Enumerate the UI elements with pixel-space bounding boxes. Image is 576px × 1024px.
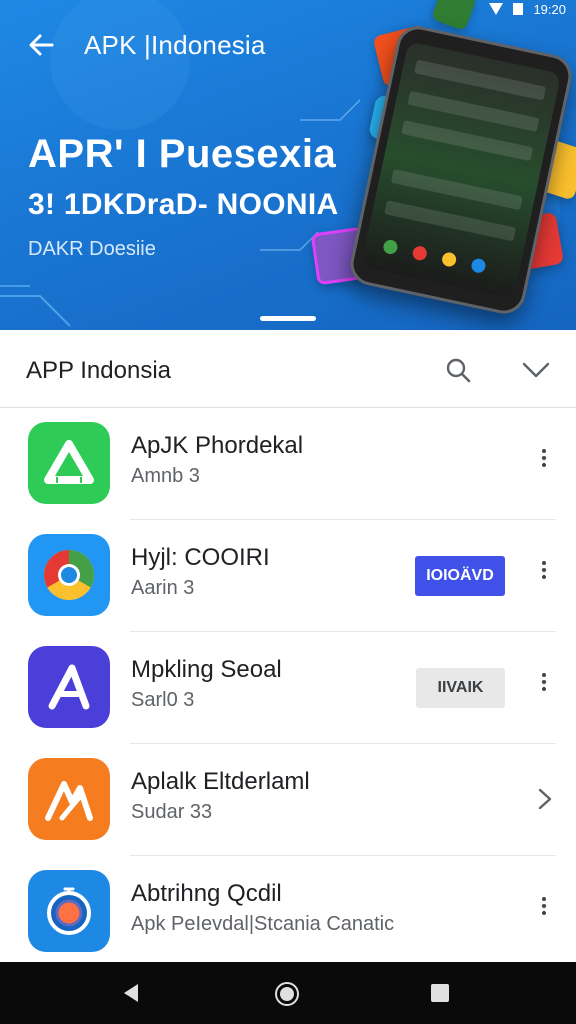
chrome-style-icon	[44, 550, 94, 600]
list-item[interactable]: Abtrihng Qcdil Apk PeIevdal|Stcania Cana…	[0, 856, 576, 968]
status-time: 19:20	[533, 1, 566, 17]
app-icon	[28, 646, 110, 728]
nav-back-icon[interactable]	[120, 982, 142, 1004]
app-name: Hyjl: COOIRI	[131, 544, 270, 571]
nav-recents-icon[interactable]	[431, 984, 449, 1002]
app-subtitle: Sarl0 3	[131, 689, 195, 711]
back-arrow-icon[interactable]	[26, 30, 56, 60]
section-title: APP Indonsia	[26, 357, 171, 384]
open-button[interactable]: IIVAIK	[416, 668, 505, 708]
app-icon	[28, 422, 110, 504]
wifi-icon	[489, 3, 504, 15]
more-vert-icon[interactable]	[532, 670, 556, 702]
hero-tagline: DAKR Doesiie	[28, 238, 156, 260]
more-vert-icon[interactable]	[532, 894, 556, 926]
phone-app-dot	[382, 238, 399, 256]
chevron-down-icon[interactable]	[518, 352, 554, 388]
app-icon	[28, 758, 110, 840]
list-item[interactable]: ApJK Phordekal Amnb 3	[0, 408, 576, 520]
phone-screen-row	[384, 200, 517, 242]
list-item[interactable]: Hyjl: COOIRI Aarin 3 IOIOÄVD	[0, 520, 576, 632]
phone-screen-row	[390, 168, 523, 211]
orange-logo-icon	[45, 781, 93, 821]
phone-app-dot	[470, 257, 487, 275]
app-subtitle: Aarin 3	[131, 577, 195, 599]
more-vert-icon[interactable]	[532, 558, 556, 590]
google-drive-style-icon	[44, 440, 94, 484]
carousel-indicator[interactable]	[260, 316, 316, 321]
app-name: Mpkling Seoal	[131, 656, 282, 683]
chevron-right-icon[interactable]	[534, 784, 556, 814]
a-logo-icon	[48, 664, 90, 710]
system-nav-bar	[0, 962, 576, 1024]
app-title: APK |Indonesia	[84, 30, 266, 60]
app-icon	[28, 870, 110, 952]
section-header: APP Indonsia	[0, 330, 576, 408]
list-item[interactable]: Mpkling Seoal Sarl0 3 IIVAIK	[0, 632, 576, 744]
app-name: Abtrihng Qcdil	[131, 880, 282, 907]
nav-home-icon[interactable]	[275, 982, 299, 1006]
app-subtitle: Apk PeIevdal|Stcania Canatic	[131, 913, 395, 935]
battery-icon	[513, 3, 524, 15]
status-bar: 19:20	[489, 0, 566, 18]
install-button[interactable]: IOIOÄVD	[415, 556, 505, 596]
phone-app-dot	[411, 244, 429, 262]
app-subtitle: Amnb 3	[131, 465, 200, 487]
app-name: ApJK Phordekal	[131, 432, 304, 459]
app-subtitle: Sudar 33	[131, 801, 213, 823]
app-icon	[28, 534, 110, 616]
more-vert-icon[interactable]	[532, 446, 556, 478]
phone-app-dot	[440, 251, 458, 268]
hero-subheadline: 3! 1DKDraD- NOONIA	[28, 188, 339, 221]
hero-headline: APR' I Puesexia	[28, 132, 337, 176]
phone-screen-row	[414, 59, 547, 101]
list-item[interactable]: Aplalk Eltderlaml Sudar 33	[0, 744, 576, 856]
hero-banner: 19:20 APK |Indonesia APR' I Puesexia 3! …	[0, 0, 576, 330]
app-name: Aplalk Eltderlaml	[131, 768, 310, 795]
phone-screen	[360, 41, 562, 299]
search-icon[interactable]	[440, 352, 476, 388]
compass-icon	[47, 887, 91, 935]
